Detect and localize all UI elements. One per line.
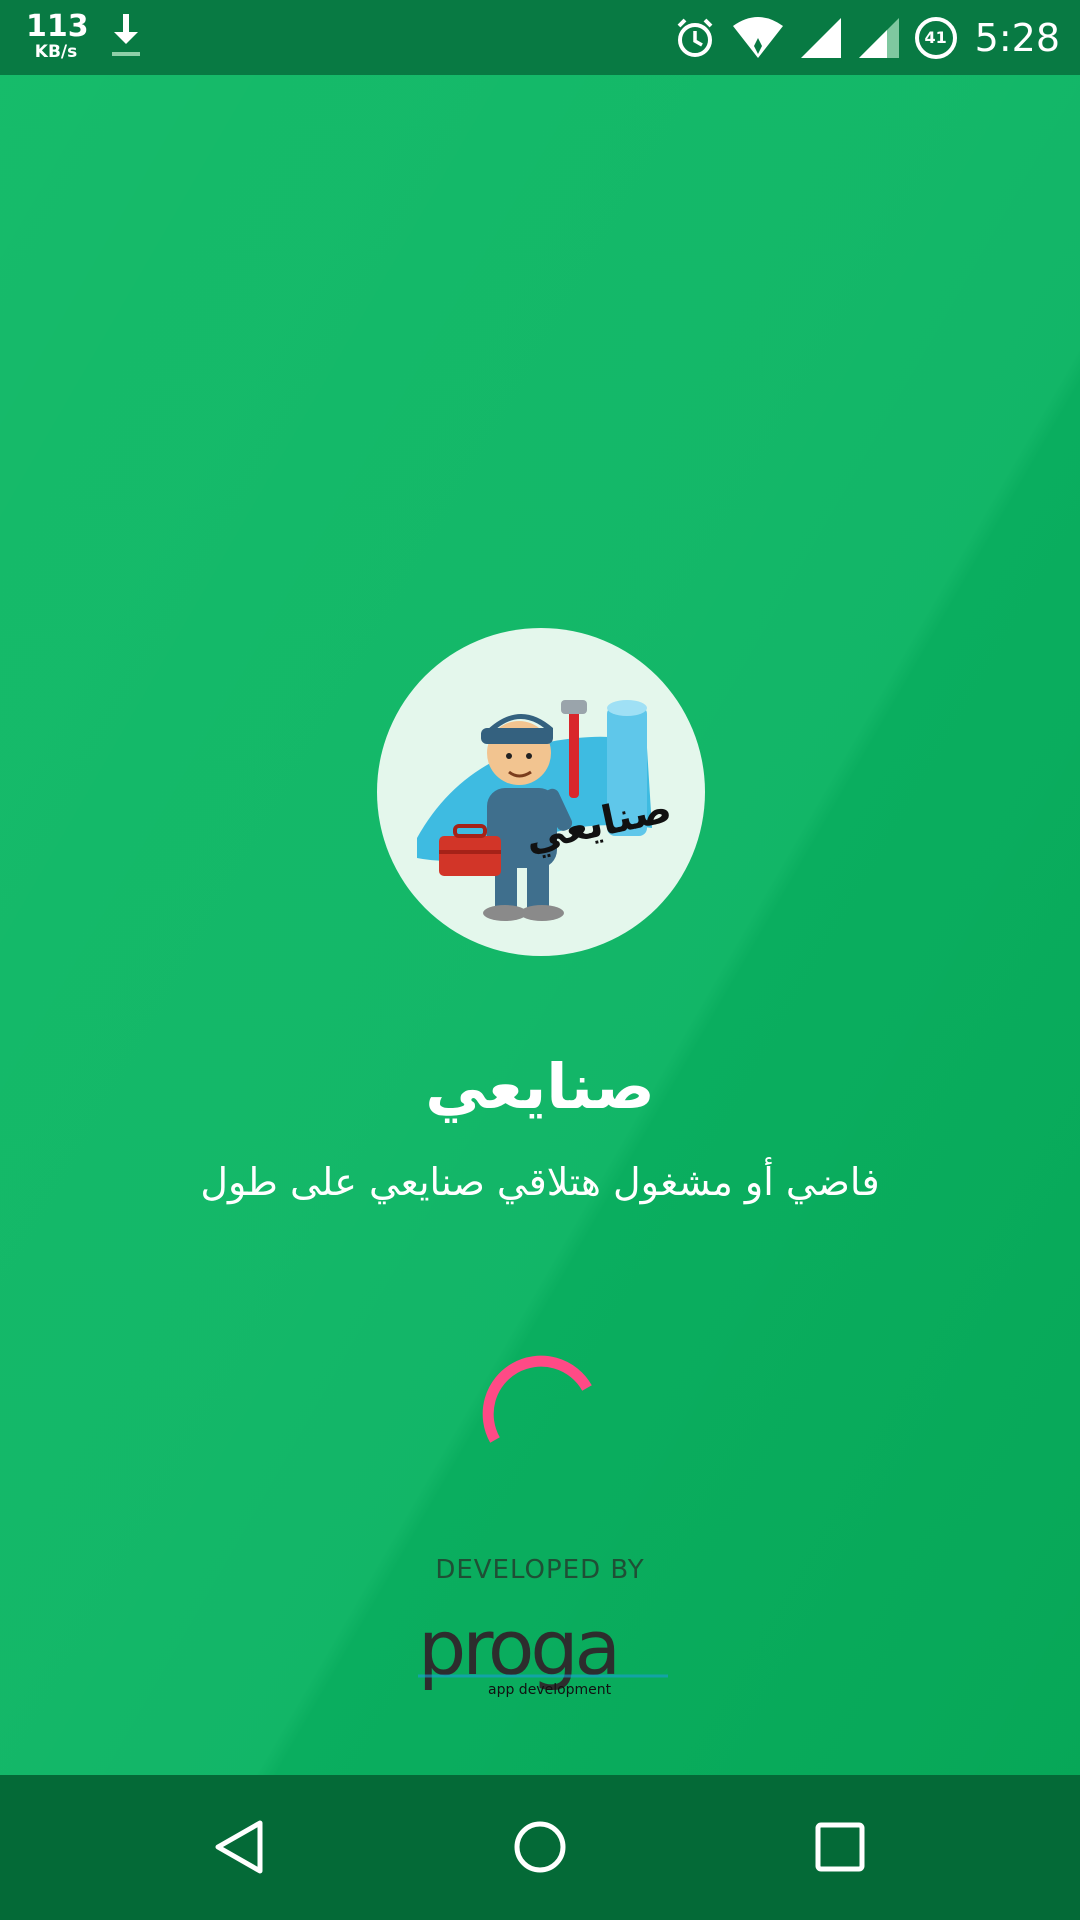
alarm-icon	[673, 16, 717, 60]
home-icon	[514, 1821, 566, 1873]
app-logo: صنايعي	[377, 628, 705, 956]
download-icon	[108, 14, 144, 64]
status-bar: 113 KB/s 41 5:28	[0, 0, 1080, 75]
network-speed-value: 113	[26, 9, 89, 44]
home-button[interactable]	[504, 1811, 576, 1883]
back-icon	[215, 1820, 263, 1874]
developer-logo-text: proga	[418, 1612, 617, 1692]
signal-icon-2	[857, 16, 901, 60]
back-button[interactable]	[204, 1811, 276, 1883]
developer-logo: proga app development	[418, 1603, 668, 1712]
network-speed-unit: KB/s	[34, 42, 78, 62]
recents-icon	[815, 1822, 865, 1872]
network-speed: 113 KB/s	[26, 9, 89, 62]
battery-level: 41	[914, 16, 957, 59]
developer-logo-tag: app development	[488, 1682, 612, 1698]
wifi-icon	[731, 16, 785, 60]
clock: 5:28	[974, 15, 1060, 60]
app-tagline: فاضي أو مشغول هتلاقي صنايعي على طول	[200, 1160, 880, 1204]
loading-spinner	[475, 1340, 603, 1468]
navigation-bar	[0, 1775, 1080, 1920]
app-title: صنايعي	[425, 1050, 655, 1123]
recents-button[interactable]	[804, 1811, 876, 1883]
developed-by-label: DEVELOPED BY	[435, 1555, 645, 1585]
signal-icon	[799, 16, 843, 60]
battery-icon: 41	[914, 16, 957, 59]
